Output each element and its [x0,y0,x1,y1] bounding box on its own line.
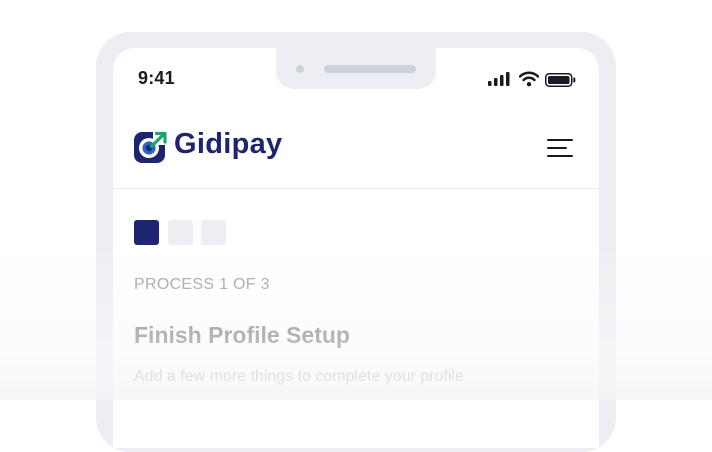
cellular-signal-icon [488,72,510,86]
step-indicator-3 [201,220,226,245]
phone-screen: 9:41 Gidipay PROCESS 1 OF 3 Finish Profi… [113,48,599,448]
section-subtitle: Add a few more things to complete your p… [134,368,464,385]
section-title: Finish Profile Setup [134,322,350,348]
app-header: Gidipay [113,118,599,189]
hamburger-menu-icon[interactable] [545,136,575,162]
status-time: 9:41 [138,68,175,88]
speaker-grille [324,65,416,73]
step-indicator-2 [168,220,193,245]
gidipay-logo-icon [134,130,168,163]
phone-notch [276,48,436,89]
step-indicator-1-active [134,220,159,245]
wifi-icon [519,71,539,87]
battery-icon [545,73,576,87]
camera-dot [296,65,304,73]
brand-name: Gidipay [174,128,283,160]
process-step-label: PROCESS 1 OF 3 [134,276,270,293]
